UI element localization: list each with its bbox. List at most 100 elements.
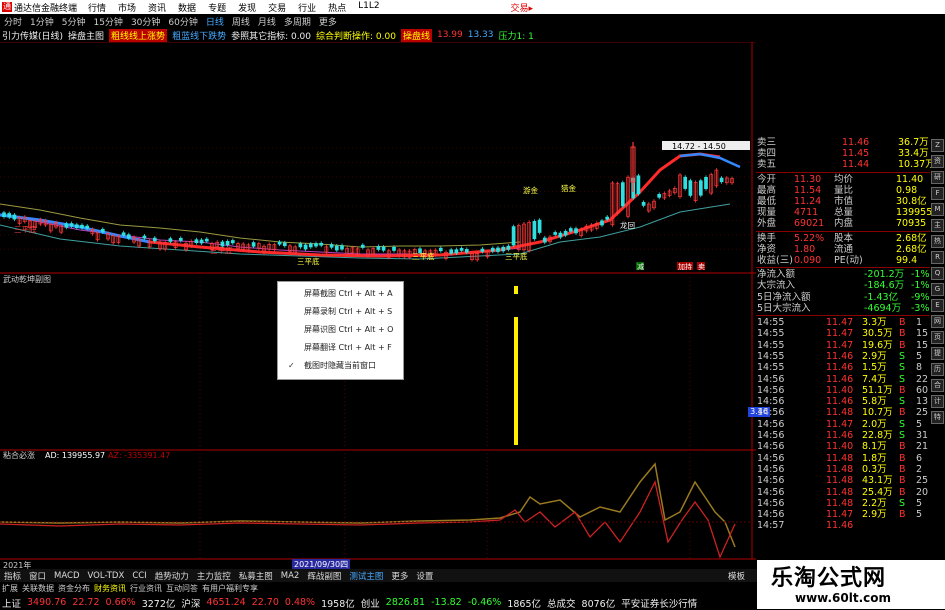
- toolbar-icon[interactable]: Z: [931, 139, 944, 152]
- toolbar-icon[interactable]: 资: [931, 155, 944, 168]
- indicator-tab[interactable]: 指标: [2, 570, 23, 582]
- menu-item[interactable]: 数据: [178, 1, 196, 14]
- toolbar-icon[interactable]: 热: [931, 235, 944, 248]
- indicator-tab[interactable]: VOL-TDX: [86, 571, 127, 581]
- info-tab[interactable]: 财务资讯: [94, 583, 126, 594]
- info-tab[interactable]: 资金分布: [58, 583, 90, 594]
- candle-body: [537, 219, 542, 233]
- toolbar-icon[interactable]: 研: [931, 171, 944, 184]
- toolbar-icon[interactable]: R: [931, 251, 944, 264]
- tick-time: 14:55: [757, 362, 785, 374]
- candle-body: [563, 230, 568, 236]
- indicator-tab[interactable]: 私募主图: [237, 570, 275, 582]
- indicator-tab[interactable]: MACD: [52, 571, 81, 581]
- stat-value: 139955: [896, 207, 933, 219]
- tick-time: 14:56: [757, 509, 785, 521]
- toolbar-icon[interactable]: 页: [931, 331, 944, 344]
- context-menu-item[interactable]: 屏幕识图 Ctrl + Alt + O: [278, 322, 403, 338]
- toolbar-icon[interactable]: Q: [931, 267, 944, 280]
- stat-value: 0.98: [896, 184, 918, 196]
- tick-price: 11.46: [826, 430, 854, 441]
- toolbar-icon[interactable]: F: [931, 187, 944, 200]
- period-button[interactable]: 更多: [317, 15, 339, 28]
- period-button[interactable]: 1分钟: [28, 15, 56, 28]
- indicator-tab[interactable]: MA2: [279, 571, 302, 581]
- toolbar-icon[interactable]: 历: [931, 363, 944, 376]
- indicator-tab[interactable]: 辉战副图: [305, 570, 343, 582]
- candle-body: [704, 176, 708, 190]
- period-button[interactable]: 5分钟: [60, 15, 88, 28]
- period-button[interactable]: 15分钟: [91, 15, 124, 28]
- info-tab[interactable]: 扩展: [2, 583, 18, 594]
- indicator-tab[interactable]: 设置: [414, 570, 435, 582]
- indicator-tab[interactable]: 测试主图: [347, 570, 385, 582]
- candle-body: [194, 239, 199, 244]
- menu-item[interactable]: 发现: [238, 1, 256, 14]
- context-menu-item[interactable]: 屏幕录制 Ctrl + Alt + S: [278, 304, 403, 320]
- tick-price: 11.46: [826, 350, 854, 362]
- menu-item[interactable]: 热点: [328, 1, 346, 14]
- period-button[interactable]: 分时: [2, 15, 24, 28]
- period-button[interactable]: 日线: [204, 15, 226, 28]
- sh-index-label: 上证: [2, 598, 22, 610]
- toolbar-icon[interactable]: G: [931, 283, 944, 296]
- ask-volume: 36.7万: [898, 137, 929, 148]
- candle-body: [558, 232, 563, 238]
- menu-item[interactable]: 行业: [298, 1, 316, 14]
- toolbar-icon[interactable]: 网: [931, 315, 944, 328]
- menu-item[interactable]: 交易: [268, 1, 286, 14]
- ask-price: 11.44: [842, 159, 870, 171]
- tick-count: 15: [916, 339, 929, 351]
- indicator-tab[interactable]: 主力监控: [195, 570, 233, 582]
- indicator-value: 综合判断操作: 0.00: [316, 31, 396, 42]
- toolbar-icon[interactable]: 主: [931, 219, 944, 232]
- indicator-tab[interactable]: 趋势动力: [153, 570, 191, 582]
- period-button[interactable]: 60分钟: [166, 15, 199, 28]
- indicator-tab[interactable]: 窗口: [27, 570, 48, 582]
- toolbar-icon[interactable]: 特: [931, 411, 944, 424]
- context-menu-item[interactable]: ✓ 截图时隐藏当前窗口: [278, 358, 403, 374]
- tick-count: 5: [916, 350, 923, 362]
- range-label: 14.72 - 14.50: [672, 142, 726, 151]
- trade-button[interactable]: 交易▸: [510, 1, 533, 14]
- menu-item[interactable]: 资讯: [148, 1, 166, 14]
- info-tab[interactable]: 行业资讯: [130, 583, 162, 594]
- info-tab[interactable]: 关联数据: [22, 583, 54, 594]
- toolbar-icon[interactable]: M: [931, 203, 944, 216]
- toolbar-icon[interactable]: 提: [931, 347, 944, 360]
- check-icon: ✓: [288, 361, 295, 370]
- toolbar-icon[interactable]: E: [931, 299, 944, 312]
- period-button[interactable]: 月线: [256, 15, 278, 28]
- indicator-tab[interactable]: 更多: [389, 570, 410, 582]
- tick-direction: S: [899, 497, 906, 509]
- badge-label: 加持: [678, 262, 692, 271]
- quote-row: 今开 11.30 均价 11.40: [756, 174, 930, 185]
- menu-item[interactable]: 专题: [208, 1, 226, 14]
- title-bar: 通 通达信金融终端 行情 市场 资讯 数据 专题 发现 交易 行业 热点 L1L2 交易▸: [0, 0, 945, 14]
- toolbar-icon[interactable]: 合: [931, 379, 944, 392]
- tick-volume: 5.8万: [862, 396, 887, 408]
- stat-value: 70935: [896, 218, 927, 230]
- info-tab[interactable]: 有用户福利专享: [202, 583, 258, 594]
- candle-body: [100, 228, 105, 233]
- context-menu-item[interactable]: 屏幕截图 Ctrl + Alt + A: [278, 286, 403, 302]
- info-tab[interactable]: 互动问答: [166, 583, 198, 594]
- toolbar-icon[interactable]: 计: [931, 395, 944, 408]
- blue-top-line: [679, 152, 741, 169]
- menu-item[interactable]: 市场: [118, 1, 136, 14]
- period-button[interactable]: 30分钟: [129, 15, 162, 28]
- quote-row: 14:55 11.47 30.5万 B 15: [756, 328, 930, 339]
- tick-time: 14:56: [757, 373, 785, 385]
- indicator-value: 操盘线: [400, 28, 432, 42]
- menu-item[interactable]: L1L2: [358, 1, 379, 14]
- tick-volume: 2.9万: [862, 350, 887, 362]
- broker-name[interactable]: 平安证券长沙行情: [621, 596, 697, 610]
- stat-label: 最低: [757, 196, 777, 207]
- menu-item[interactable]: 行情: [88, 1, 106, 14]
- period-button[interactable]: 多周期: [282, 15, 313, 28]
- period-button[interactable]: 周线: [230, 15, 252, 28]
- context-menu-item[interactable]: 屏幕翻译 Ctrl + Alt + F: [278, 340, 403, 356]
- template-tab[interactable]: 模板: [728, 570, 745, 582]
- indicator-tab[interactable]: CCI: [130, 571, 148, 581]
- candle-body: [454, 249, 459, 254]
